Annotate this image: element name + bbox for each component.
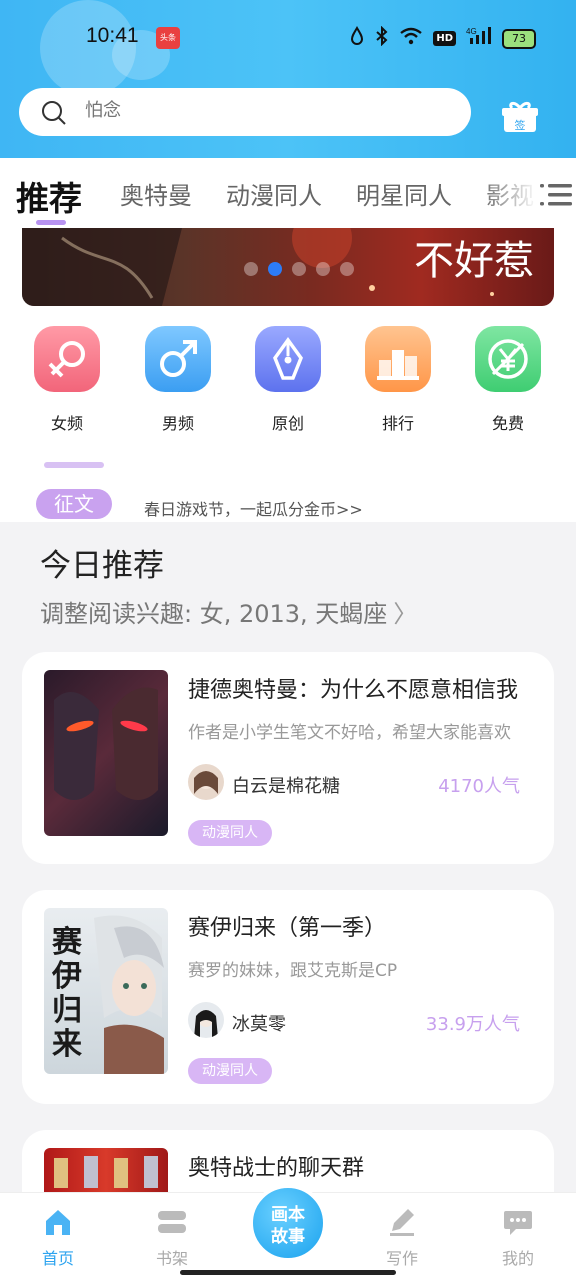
- picture-story-button[interactable]: 画本 故事: [249, 1184, 327, 1262]
- category-label: 男频: [161, 414, 194, 433]
- podium-icon: [365, 326, 431, 392]
- nav-write[interactable]: 写作: [372, 1207, 432, 1269]
- popularity-count: 4170人气: [438, 776, 520, 797]
- write-icon: [390, 1209, 414, 1236]
- category-ranking[interactable]: 排行: [365, 326, 431, 434]
- search-icon: [41, 100, 66, 125]
- tab-ultraman[interactable]: 奥特曼: [120, 176, 192, 211]
- water-drop-icon: [349, 26, 365, 51]
- book-description: 作者是小学生笔文不好哈，希望大家能喜欢: [188, 723, 511, 743]
- carousel-dot[interactable]: [292, 262, 306, 276]
- tab-recommend[interactable]: 推荐: [16, 172, 82, 220]
- hd-badge: HD: [433, 31, 456, 46]
- tab-anime-fanfic[interactable]: 动漫同人: [226, 176, 322, 211]
- notice-text[interactable]: 春日游戏节，一起瓜分金币>>: [144, 496, 363, 520]
- nav-profile[interactable]: 我的: [488, 1207, 548, 1269]
- book-card[interactable]: 捷德奥特曼：为什么不愿意相信我 作者是小学生笔文不好哈，希望大家能喜欢 白云是棉…: [22, 652, 554, 864]
- search-bar[interactable]: [19, 88, 471, 136]
- tab-menu-button[interactable]: [540, 180, 572, 210]
- book-cover: 赛伊归来: [44, 908, 168, 1074]
- female-icon: [34, 326, 100, 392]
- book-card[interactable]: 赛伊归来 赛伊归来（第一季） 赛罗的妹妹，跟艾克斯是CP 冰莫零 33.9万人气…: [22, 890, 554, 1104]
- profile-icon: [504, 1211, 532, 1235]
- category-male[interactable]: 男频: [145, 326, 211, 434]
- battery-indicator: 73: [502, 28, 536, 49]
- section-title: 今日推荐: [40, 548, 164, 584]
- nav-label: 我的: [501, 1249, 534, 1268]
- genre-tag: 动漫同人: [188, 820, 272, 846]
- home-indicator[interactable]: [180, 1270, 396, 1275]
- bluetooth-icon: [375, 25, 389, 51]
- center-button-line1: 画本: [271, 1205, 305, 1225]
- reading-interest-link[interactable]: 调整阅读兴趣: 女, 2013, 天蝎座〉: [40, 594, 417, 629]
- book-title: 赛伊归来（第一季）: [188, 916, 387, 941]
- nav-label: 书架: [155, 1249, 188, 1268]
- book-description: 赛罗的妹妹，跟艾克斯是CP: [188, 961, 398, 981]
- yen-free-icon: [475, 326, 541, 392]
- genre-tag: 动漫同人: [188, 1058, 272, 1084]
- nav-bookshelf[interactable]: 书架: [142, 1207, 202, 1269]
- signal-icon: 4G: [466, 26, 492, 51]
- category-free[interactable]: 免费: [475, 326, 541, 434]
- author-avatar: [188, 764, 224, 800]
- nav-label: 写作: [385, 1249, 418, 1268]
- gift-label: 签: [515, 118, 526, 132]
- category-label: 原创: [271, 414, 304, 433]
- category-female[interactable]: 女频: [34, 326, 100, 434]
- male-icon: [145, 326, 211, 392]
- bookshelf-icon: [158, 1211, 186, 1233]
- contest-badge: 征文: [36, 489, 112, 519]
- search-input[interactable]: [85, 100, 445, 121]
- category-label: 排行: [381, 414, 414, 433]
- carousel-dot[interactable]: [340, 262, 354, 276]
- gift-icon: 签: [502, 101, 538, 132]
- category-label: 免费: [491, 414, 524, 433]
- header: 10:41 头条 HD 4G 73 怕念 签: [0, 0, 576, 158]
- notice-indicator: [44, 462, 104, 468]
- nav-label: 首页: [41, 1249, 74, 1268]
- checkin-gift-button[interactable]: 签: [502, 100, 538, 132]
- carousel-dot[interactable]: [244, 262, 258, 276]
- wifi-icon: [399, 27, 423, 50]
- book-title: 奥特战士的聊天群: [188, 1156, 365, 1181]
- status-time: 10:41: [86, 24, 139, 47]
- pen-nib-icon: [255, 326, 321, 392]
- center-button-line2: 故事: [271, 1227, 305, 1247]
- svg-text:4G: 4G: [466, 27, 477, 36]
- popularity-count: 33.9万人气: [425, 1014, 520, 1035]
- tab-celebrity-fanfic[interactable]: 明星同人: [356, 176, 452, 211]
- author-name: 白云是棉花糖: [232, 776, 340, 797]
- book-title: 捷德奥特曼：为什么不愿意相信我: [188, 678, 519, 703]
- category-label: 女频: [50, 414, 83, 433]
- nav-home[interactable]: 首页: [28, 1207, 88, 1269]
- book-cover: [44, 670, 168, 836]
- author-avatar: [188, 1002, 224, 1038]
- menu-icon: [540, 184, 572, 206]
- carousel-dot[interactable]: [316, 262, 330, 276]
- chevron-right-icon: 〉: [393, 600, 418, 628]
- category-tabs: 推荐 奥特曼 动漫同人 明星同人 影视: [0, 158, 576, 228]
- banner-carousel[interactable]: 不好惹: [22, 228, 554, 306]
- carousel-dot-active[interactable]: [268, 262, 282, 276]
- category-original[interactable]: 原创: [255, 326, 321, 434]
- active-tab-indicator: [36, 220, 66, 225]
- toutiao-app-icon: 头条: [156, 27, 180, 49]
- reading-interest-text: 调整阅读兴趣: 女, 2013, 天蝎座: [40, 600, 388, 628]
- author-name: 冰莫零: [232, 1014, 286, 1035]
- banner-title: 不好惹: [414, 238, 534, 284]
- status-bar: 10:41 头条 HD 4G 73: [0, 22, 576, 52]
- home-icon: [46, 1210, 70, 1235]
- cover-title: 赛伊归来: [52, 925, 82, 1062]
